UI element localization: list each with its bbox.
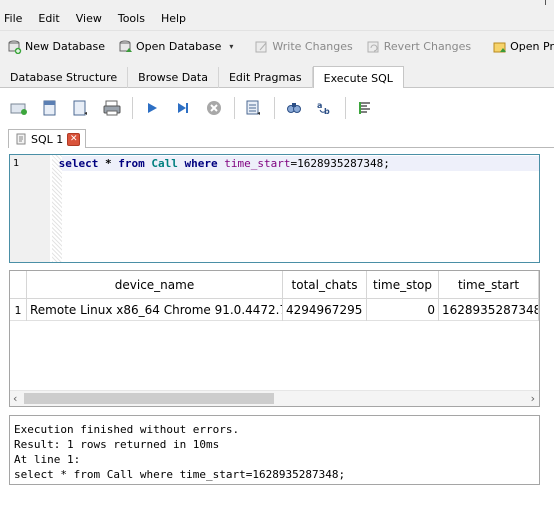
menu-view[interactable]: View xyxy=(72,12,110,25)
sql-toolbar: ab xyxy=(8,96,385,120)
sql-tab-bar-line xyxy=(8,147,554,148)
query-rest: =1628935287348; xyxy=(290,157,390,170)
find-replace-icon: ab xyxy=(317,101,330,116)
find-icon xyxy=(287,103,301,113)
cell-time-stop[interactable]: 0 xyxy=(367,299,439,321)
sql-editor[interactable]: 1 select * from Call where time_start=16… xyxy=(9,154,540,263)
save-results-icon xyxy=(246,100,260,115)
execute-all-button[interactable] xyxy=(141,97,163,119)
keyword-where: where xyxy=(184,157,218,170)
horizontal-scrollbar[interactable]: ‹ › xyxy=(10,390,539,406)
toolbar-separator xyxy=(234,97,235,119)
stop-icon xyxy=(207,101,221,115)
fold-margin xyxy=(52,155,62,262)
tab-database-structure[interactable]: Database Structure xyxy=(0,67,129,88)
cell-device-name[interactable]: Remote Linux x86_64 Chrome 91.0.4472.77 xyxy=(27,299,283,321)
tab-browse-data[interactable]: Browse Data xyxy=(128,67,219,88)
toolbar-separator xyxy=(132,97,133,119)
column-header-device-name[interactable]: device_name xyxy=(27,271,283,299)
execute-sql-panel: ab SQL 1 ✕ 1 select * from Call where ti… xyxy=(0,88,554,517)
find-replace-button[interactable]: ab xyxy=(314,97,336,119)
results-header: device_name total_chats time_stop time_s… xyxy=(10,271,539,299)
menu-file[interactable]: File xyxy=(0,12,30,25)
execute-current-line-button[interactable] xyxy=(172,97,194,119)
revert-changes-icon xyxy=(367,40,381,54)
open-tab-icon xyxy=(10,103,27,115)
keyword-select: select xyxy=(58,157,99,170)
table-row[interactable]: 1 Remote Linux x86_64 Chrome 91.0.4472.7… xyxy=(10,299,539,321)
main-toolbar: New Database Open Database ▾ Write Chang… xyxy=(0,30,554,62)
execute-line-icon xyxy=(178,103,188,113)
execution-log: Execution finished without errors. Resul… xyxy=(9,415,540,485)
comment-block-button[interactable] xyxy=(354,97,376,119)
open-tab-button[interactable] xyxy=(8,97,30,119)
open-database-icon xyxy=(119,40,133,54)
line-number: 1 xyxy=(13,158,20,169)
table-name: Call xyxy=(151,157,178,170)
log-line: select * from Call where time_start=1628… xyxy=(14,468,346,481)
open-project-label: Open Proje xyxy=(510,40,554,53)
new-database-button[interactable]: New Database xyxy=(8,35,105,59)
menu-tools[interactable]: Tools xyxy=(114,12,153,25)
scrollbar-thumb[interactable] xyxy=(24,393,274,404)
stop-execution-button[interactable] xyxy=(203,97,225,119)
keyword-from: from xyxy=(118,157,145,170)
log-line: At line 1: xyxy=(14,453,81,466)
sql-document-icon xyxy=(16,133,26,145)
scroll-right-icon[interactable]: › xyxy=(531,392,535,405)
column-header-total-chats[interactable]: total_chats xyxy=(283,271,367,299)
sql-code-line[interactable]: select * from Call where time_start=1628… xyxy=(52,157,390,170)
results-grid[interactable]: device_name total_chats time_stop time_s… xyxy=(9,270,540,407)
menu-bar: File Edit View Tools Help xyxy=(0,8,554,28)
new-database-label: New Database xyxy=(25,40,105,53)
write-changes-button[interactable]: Write Changes xyxy=(255,35,353,59)
scroll-left-icon[interactable]: ‹ xyxy=(13,392,17,405)
new-database-icon xyxy=(8,40,22,54)
main-tabs: Database Structure Browse Data Edit Prag… xyxy=(0,66,554,89)
toolbar-separator xyxy=(345,97,346,119)
open-sql-file-button[interactable] xyxy=(39,97,61,119)
menu-edit[interactable]: Edit xyxy=(34,12,67,25)
column-header-time-stop[interactable]: time_stop xyxy=(367,271,439,299)
column-header-time-start[interactable]: time_start xyxy=(439,271,539,299)
tab-sql-1[interactable]: SQL 1 ✕ xyxy=(8,129,86,148)
column-name: time_start xyxy=(224,157,291,170)
print-button[interactable] xyxy=(101,97,123,119)
star-operator: * xyxy=(98,157,119,170)
play-icon xyxy=(148,103,157,113)
open-sql-file-icon xyxy=(43,100,56,116)
line-number-gutter: 1 xyxy=(10,155,50,262)
row-number[interactable]: 1 xyxy=(10,299,27,321)
save-sql-file-button[interactable] xyxy=(70,97,92,119)
menu-help[interactable]: Help xyxy=(157,12,194,25)
open-database-button[interactable]: Open Database ▾ xyxy=(119,35,233,59)
open-project-button[interactable]: Open Proje xyxy=(493,35,554,59)
find-button[interactable] xyxy=(283,97,305,119)
close-tab-icon[interactable]: ✕ xyxy=(67,132,81,146)
revert-changes-button[interactable]: Revert Changes xyxy=(367,35,471,59)
svg-text:a: a xyxy=(317,101,322,110)
tab-execute-sql[interactable]: Execute SQL xyxy=(312,66,404,89)
log-line: Execution finished without errors. xyxy=(14,423,240,436)
window-top-edge xyxy=(0,0,554,8)
header-corner[interactable] xyxy=(10,271,27,299)
log-line: Result: 1 rows returned in 10ms xyxy=(14,438,220,451)
open-project-icon xyxy=(493,40,507,54)
save-sql-file-icon xyxy=(73,100,87,116)
tab-edit-pragmas[interactable]: Edit Pragmas xyxy=(219,67,313,88)
toolbar-separator xyxy=(274,97,275,119)
write-changes-label: Write Changes xyxy=(272,40,353,53)
cell-total-chats[interactable]: 4294967295 xyxy=(283,299,367,321)
print-icon xyxy=(103,100,121,116)
revert-changes-label: Revert Changes xyxy=(383,40,472,53)
open-database-label: Open Database xyxy=(135,40,222,53)
cell-time-start[interactable]: 1628935287348 xyxy=(439,299,539,321)
open-database-dropdown-icon[interactable]: ▾ xyxy=(229,42,233,51)
comment-block-icon xyxy=(359,102,370,114)
sql-tab-label: SQL 1 xyxy=(31,132,64,146)
save-results-button[interactable] xyxy=(243,97,265,119)
write-changes-icon xyxy=(255,40,269,54)
